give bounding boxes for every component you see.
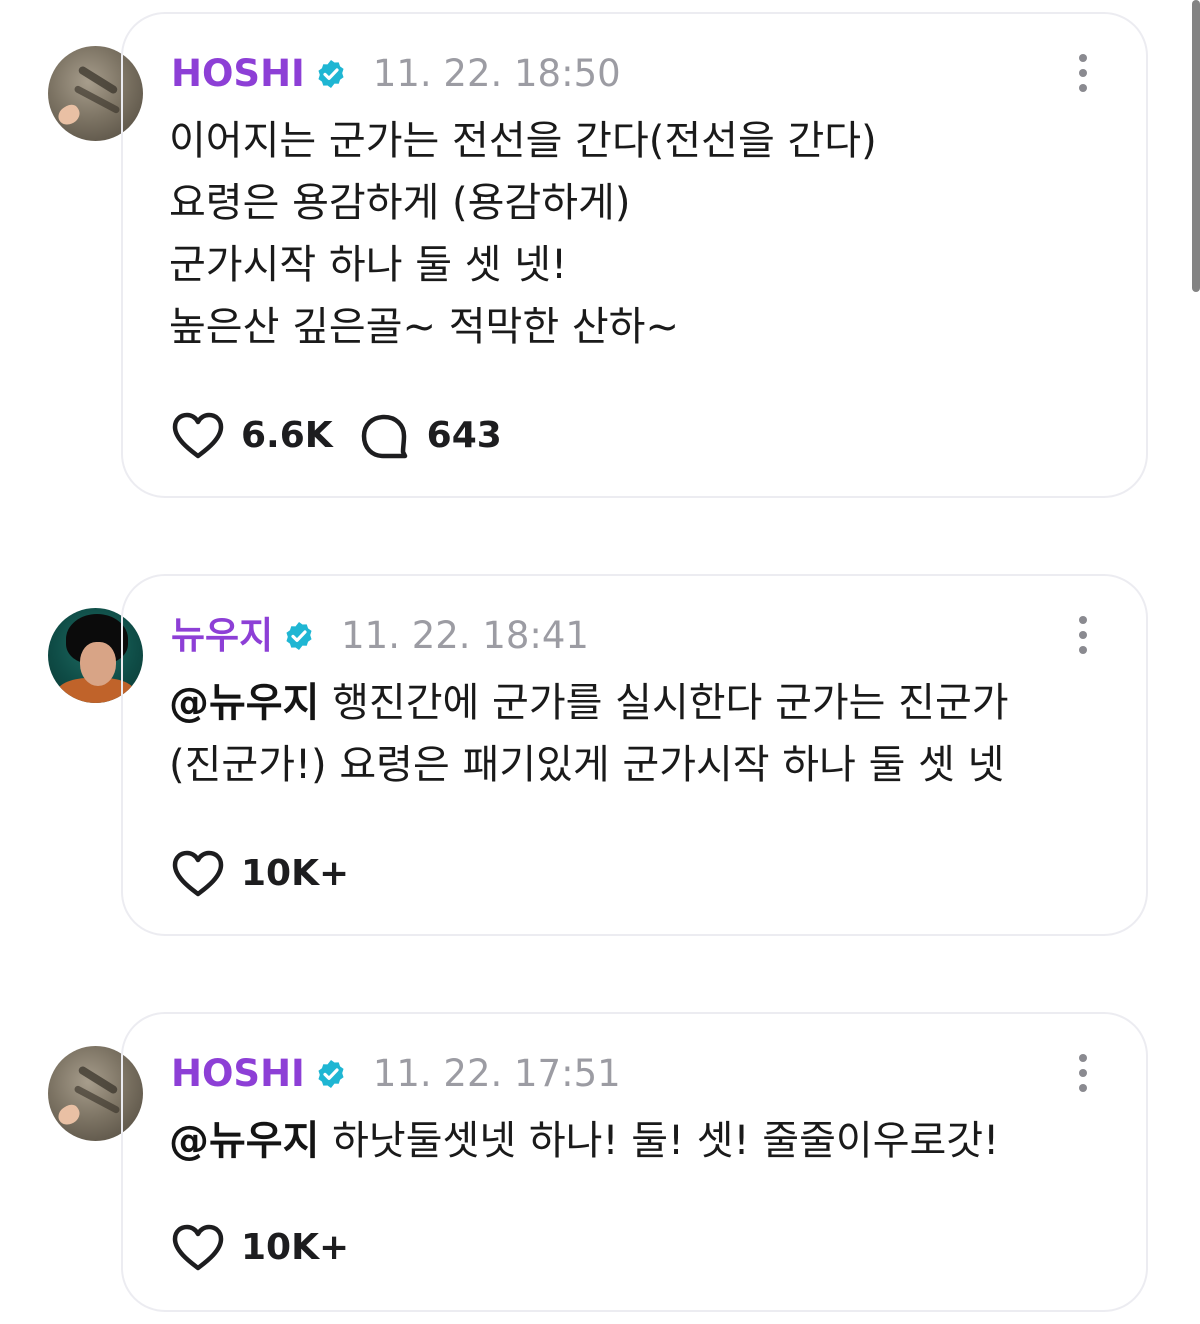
comment-text: @뉴우지 행진간에 군가를 실시한다 군가는 진군가 (진군가!) 요령은 패기… <box>169 672 1086 796</box>
speech-bubble-icon <box>361 414 407 459</box>
verified-badge-icon <box>318 1060 344 1088</box>
comment-text: @뉴우지 하낫둘셋넷 하나! 둘! 셋! 줄줄이우로갓! <box>169 1110 1086 1172</box>
comment-line: 요령은 용감하게 (용감하게) <box>169 180 631 226</box>
comment-header: HOSHI 11. 22. 17:51 <box>171 1052 621 1096</box>
comment-line: (진군가!) 요령은 패기있게 군가시작 하나 둘 셋 넷 <box>169 742 1005 788</box>
like-button[interactable]: 10K+ <box>171 1220 349 1276</box>
heart-icon <box>172 850 224 897</box>
comment-text: 이어지는 군가는 전선을 간다(전선을 간다) 요령은 용감하게 (용감하게) … <box>169 110 1086 358</box>
reply-count: 643 <box>426 415 502 456</box>
timestamp: 11. 22. 17:51 <box>372 1052 621 1095</box>
comment-card: HOSHI 11. 22. 18:50 이어지는 군가는 전선을 간다(전선을 … <box>121 12 1148 498</box>
mention-link[interactable]: @뉴우지 <box>169 1118 319 1164</box>
comment-actions: 6.6K 643 <box>171 408 502 464</box>
mention-link[interactable]: @뉴우지 <box>169 680 319 726</box>
comment-actions: 10K+ <box>171 1220 349 1276</box>
comment-line: 이어지는 군가는 전선을 간다(전선을 간다) <box>169 118 877 164</box>
more-vertical-icon[interactable] <box>1078 54 1088 92</box>
comment-feed: HOSHI 11. 22. 18:50 이어지는 군가는 전선을 간다(전선을 … <box>0 0 1200 1324</box>
username[interactable]: 뉴우지 <box>171 614 273 658</box>
comment-line: 군가시작 하나 둘 셋 넷! <box>169 242 568 288</box>
more-vertical-icon[interactable] <box>1078 1054 1088 1092</box>
comment-line: 하낫둘셋넷 하나! 둘! 셋! 줄줄이우로갓! <box>332 1118 1000 1164</box>
like-button[interactable]: 6.6K <box>171 408 333 464</box>
verified-badge-icon <box>318 60 344 88</box>
comment-line: 행진간에 군가를 실시한다 군가는 진군가 <box>332 680 1009 726</box>
like-count: 10K+ <box>241 1227 350 1268</box>
username[interactable]: HOSHI <box>171 1052 305 1096</box>
like-button[interactable]: 10K+ <box>171 846 349 902</box>
reply-button[interactable]: 643 <box>359 408 502 464</box>
timestamp: 11. 22. 18:50 <box>372 52 621 95</box>
heart-icon <box>172 1224 224 1271</box>
comment-card: 뉴우지 11. 22. 18:41 @뉴우지 행진간에 군가를 실시한다 군가는… <box>121 574 1148 936</box>
comment-card: HOSHI 11. 22. 17:51 @뉴우지 하낫둘셋넷 하나! 둘! 셋!… <box>121 1012 1148 1312</box>
scrollbar[interactable] <box>1192 0 1200 292</box>
comment-actions: 10K+ <box>171 846 349 902</box>
comment-header: 뉴우지 11. 22. 18:41 <box>171 614 589 658</box>
verified-badge-icon <box>286 622 312 650</box>
comment-header: HOSHI 11. 22. 18:50 <box>171 52 621 96</box>
more-vertical-icon[interactable] <box>1078 616 1088 654</box>
like-count: 6.6K <box>241 415 333 456</box>
like-count: 10K+ <box>241 853 350 894</box>
heart-icon <box>172 412 224 459</box>
username[interactable]: HOSHI <box>171 52 305 96</box>
timestamp: 11. 22. 18:41 <box>341 614 589 657</box>
comment-line: 높은산 깊은골~ 적막한 산하~ <box>169 304 679 350</box>
